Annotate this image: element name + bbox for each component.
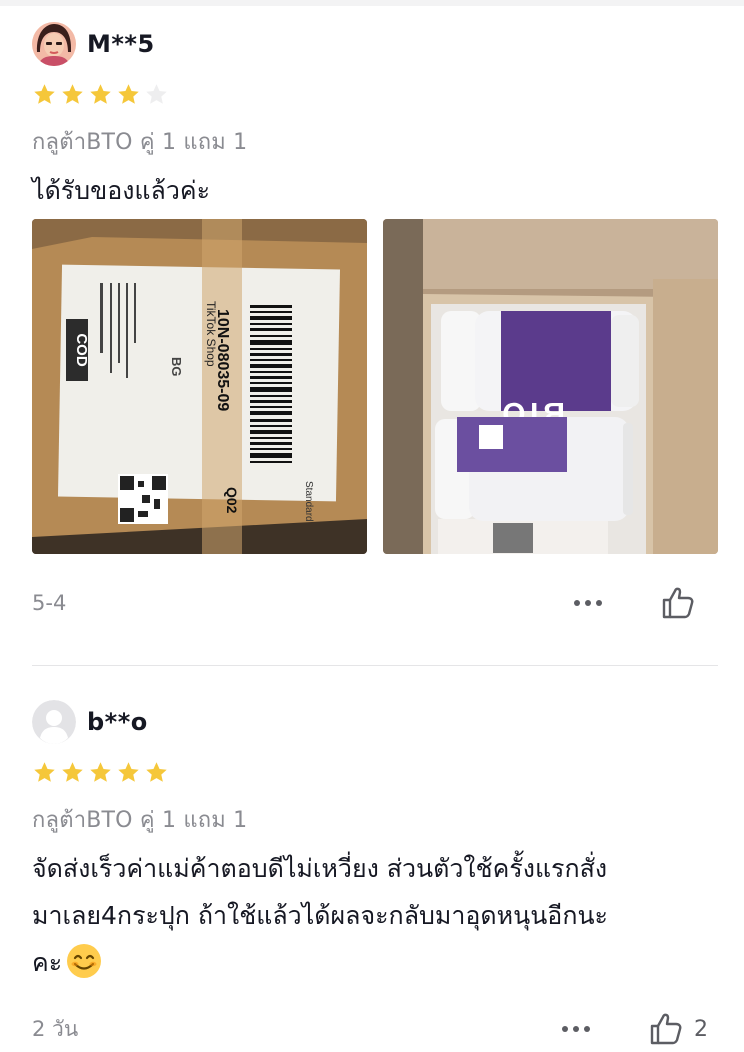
review-footer: 2 วัน 2 [32, 1007, 718, 1051]
parcel-photo-image: COD BG TikTok Shop 10N-08035-09 Q02 Stan… [32, 219, 367, 554]
review-text: จัดส่งเร็วค่าแม่ค้าตอบดีไม่เหวี่ยง ส่วนต… [32, 845, 718, 986]
star-icon [90, 83, 111, 104]
rating-stars [32, 759, 718, 785]
avatar[interactable] [32, 22, 76, 66]
review-photo-product[interactable]: BTO [383, 219, 718, 554]
review-photo-parcel[interactable]: COD BG TikTok Shop 10N-08035-09 Q02 Stan… [32, 219, 367, 554]
dot [584, 1026, 590, 1032]
avatar-image [32, 22, 76, 66]
star-icon [62, 83, 83, 104]
reviewer-row: M**5 [32, 20, 718, 68]
thumbs-up-icon [650, 1013, 682, 1045]
top-edge [0, 0, 744, 6]
dot [573, 1026, 579, 1032]
rating-stars [32, 81, 718, 107]
review-divider [32, 665, 718, 666]
star-icon [34, 83, 55, 104]
star-icon [146, 761, 167, 782]
review-text-line-last: คะ [32, 939, 718, 986]
default-avatar-icon [32, 700, 76, 744]
review-card: M**5 กลูต้าBTO คู่ 1 แถม 1 ได้รับของแล้ว… [32, 20, 718, 625]
dot [562, 1026, 568, 1032]
review-card: b**o กลูต้าBTO คู่ 1 แถม 1 จัดส่งเร็วค่า… [32, 698, 718, 1051]
star-icon [90, 761, 111, 782]
star-icon [118, 83, 139, 104]
product-variant: กลูต้าBTO คู่ 1 แถม 1 [32, 808, 248, 833]
product-photo-image: BTO [383, 219, 718, 554]
star-icon [34, 761, 55, 782]
review-date: 2 วัน [32, 1016, 79, 1041]
review-date: 5-4 [32, 591, 67, 615]
like-count: 2 [694, 1016, 708, 1042]
reviewer-name[interactable]: b**o [87, 708, 148, 736]
dot [574, 600, 580, 606]
cod-label: COD [73, 333, 90, 367]
tracking-label: 10N-08035-09 [214, 309, 231, 411]
avatar[interactable] [32, 700, 76, 744]
star-icon [62, 761, 83, 782]
sort-tag: BG [169, 357, 184, 377]
review-text-line: คะ [32, 948, 63, 977]
smiling-face-emoji [67, 944, 102, 978]
sort-code: Q02 [224, 487, 240, 514]
more-dots-icon[interactable] [574, 600, 602, 606]
review-text-line: มาเลย4กระปุก ถ้าใช้แล้วได้ผลจะกลับมาอุดห… [32, 901, 608, 930]
service-label: Standard [303, 481, 314, 522]
like-button[interactable] [660, 585, 706, 621]
star-empty-icon [146, 83, 167, 104]
more-dots-icon[interactable] [562, 1026, 590, 1032]
like-button[interactable]: 2 [648, 1011, 708, 1047]
review-photos: COD BG TikTok Shop 10N-08035-09 Q02 Stan… [32, 219, 718, 554]
review-footer: 5-4 [32, 581, 718, 625]
star-icon [118, 761, 139, 782]
reviewer-row: b**o [32, 698, 718, 746]
review-text-line: จัดส่งเร็วค่าแม่ค้าตอบดีไม่เหวี่ยง ส่วนต… [32, 854, 608, 883]
dot [585, 600, 591, 606]
review-text: ได้รับของแล้วค่ะ [32, 176, 211, 205]
product-variant: กลูต้าBTO คู่ 1 แถม 1 [32, 130, 248, 155]
dot [596, 600, 602, 606]
reviewer-name[interactable]: M**5 [87, 30, 155, 58]
thumbs-up-icon [662, 587, 694, 619]
